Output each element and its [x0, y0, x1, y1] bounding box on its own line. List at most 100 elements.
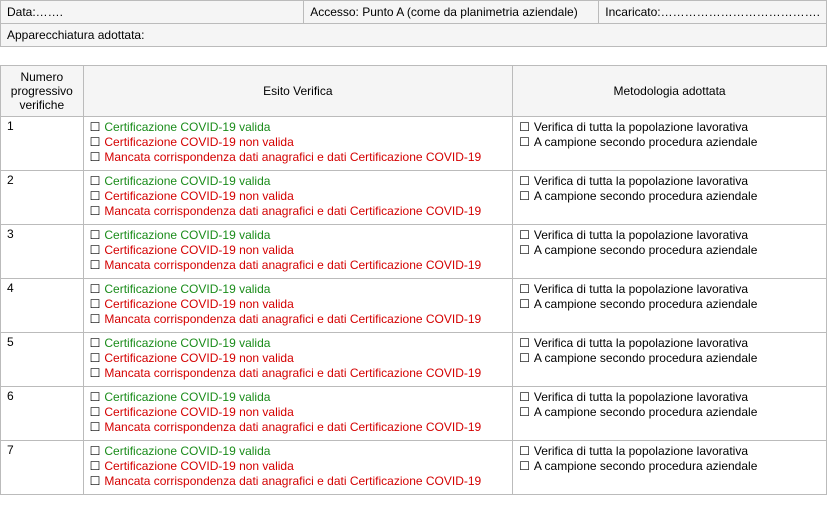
esito-option-label: Certificazione COVID-19 valida [104, 336, 270, 350]
esito-option-label: Mancata corrispondenza dati anagrafici e… [104, 420, 481, 434]
checkbox-icon[interactable]: ☐ [90, 120, 101, 134]
metodologia-cell: ☐ Verifica di tutta la popolazione lavora… [513, 117, 827, 171]
metodologia-option: ☐ Verifica di tutta la popolazione lavora… [519, 444, 820, 458]
esito-option: ☐Certificazione COVID-19 non valida [90, 297, 507, 311]
esito-cell: ☐Certificazione COVID-19 valida☐Certific… [83, 279, 513, 333]
esito-option-label: Mancata corrispondenza dati anagrafici e… [104, 312, 481, 326]
esito-option: ☐Certificazione COVID-19 valida [90, 228, 507, 242]
checkbox-icon[interactable]: ☐ [90, 135, 101, 149]
esito-option-label: Certificazione COVID-19 non valida [104, 243, 293, 257]
checkbox-icon[interactable]: ☐ [90, 228, 101, 242]
table-row: 4☐Certificazione COVID-19 valida☐Certifi… [1, 279, 827, 333]
row-number-cell: 5 [1, 333, 84, 387]
spacer [0, 47, 827, 65]
checkbox-icon[interactable]: ☐ [519, 228, 530, 242]
checkbox-icon[interactable]: ☐ [90, 366, 101, 380]
checkbox-icon[interactable]: ☐ [90, 258, 101, 272]
checkbox-icon[interactable]: ☐ [519, 243, 530, 257]
checkbox-icon[interactable]: ☐ [519, 282, 530, 296]
metodologia-option-label: Verifica di tutta la popolazione lavorat… [534, 174, 748, 188]
checkbox-icon[interactable]: ☐ [519, 120, 530, 134]
table-row: 7☐Certificazione COVID-19 valida☐Certifi… [1, 441, 827, 495]
metodologia-option: ☐ A campione secondo procedura aziendale [519, 459, 820, 473]
header-incaricato-cell: Incaricato:…………………………………. [599, 1, 827, 24]
table-row: 1☐Certificazione COVID-19 valida☐Certifi… [1, 117, 827, 171]
esito-option: ☐Certificazione COVID-19 valida [90, 390, 507, 404]
checkbox-icon[interactable]: ☐ [519, 174, 530, 188]
checkbox-icon[interactable]: ☐ [90, 420, 101, 434]
esito-cell: ☐Certificazione COVID-19 valida☐Certific… [83, 225, 513, 279]
checkbox-icon[interactable]: ☐ [519, 189, 530, 203]
verification-table: Numero progressivo verifiche Esito Verif… [0, 65, 827, 495]
checkbox-icon[interactable]: ☐ [519, 405, 530, 419]
checkbox-icon[interactable]: ☐ [519, 336, 530, 350]
row-number-cell: 7 [1, 441, 84, 495]
metodologia-option: ☐ Verifica di tutta la popolazione lavora… [519, 336, 820, 350]
col-header-numero: Numero progressivo verifiche [1, 66, 84, 117]
esito-option: ☐Mancata corrispondenza dati anagrafici … [90, 366, 507, 380]
checkbox-icon[interactable]: ☐ [90, 351, 101, 365]
esito-option-label: Certificazione COVID-19 non valida [104, 459, 293, 473]
esito-option: ☐Certificazione COVID-19 non valida [90, 243, 507, 257]
metodologia-cell: ☐ Verifica di tutta la popolazione lavora… [513, 441, 827, 495]
esito-cell: ☐Certificazione COVID-19 valida☐Certific… [83, 171, 513, 225]
header-apparecchiatura-cell: Apparecchiatura adottata: [1, 24, 827, 47]
table-row: 5☐Certificazione COVID-19 valida☐Certifi… [1, 333, 827, 387]
metodologia-option-label: Verifica di tutta la popolazione lavorat… [534, 336, 748, 350]
checkbox-icon[interactable]: ☐ [90, 243, 101, 257]
table-row: 2☐Certificazione COVID-19 valida☐Certifi… [1, 171, 827, 225]
metodologia-cell: ☐Verifica di tutta la popolazione lavora… [513, 279, 827, 333]
checkbox-icon[interactable]: ☐ [519, 390, 530, 404]
checkbox-icon[interactable]: ☐ [519, 297, 530, 311]
esito-option-label: Mancata corrispondenza dati anagrafici e… [104, 204, 481, 218]
checkbox-icon[interactable]: ☐ [90, 336, 101, 350]
metodologia-option-label: A campione secondo procedura aziendale [534, 459, 758, 473]
esito-cell: ☐Certificazione COVID-19 valida☐Certific… [83, 333, 513, 387]
checkbox-icon[interactable]: ☐ [90, 474, 101, 488]
metodologia-option: ☐ Verifica di tutta la popolazione lavora… [519, 174, 820, 188]
checkbox-icon[interactable]: ☐ [519, 135, 530, 149]
esito-option: ☐Certificazione COVID-19 valida [90, 282, 507, 296]
checkbox-icon[interactable]: ☐ [90, 174, 101, 188]
esito-option-label: Certificazione COVID-19 valida [104, 444, 270, 458]
metodologia-option-label: Verifica di tutta la popolazione lavorat… [534, 120, 748, 134]
metodologia-option-label: Verifica di tutta la popolazione lavorat… [534, 444, 748, 458]
row-number-cell: 4 [1, 279, 84, 333]
checkbox-icon[interactable]: ☐ [90, 297, 101, 311]
metodologia-option: ☐Verifica di tutta la popolazione lavora… [519, 390, 820, 404]
checkbox-icon[interactable]: ☐ [90, 459, 101, 473]
esito-option: ☐Mancata corrispondenza dati anagrafici … [90, 420, 507, 434]
checkbox-icon[interactable]: ☐ [90, 189, 101, 203]
metodologia-option-label: A campione secondo procedura aziendale [534, 405, 758, 419]
esito-option: ☐Certificazione COVID-19 valida [90, 444, 507, 458]
metodologia-cell: ☐Verifica di tutta la popolazione lavora… [513, 387, 827, 441]
col-header-esito: Esito Verifica [83, 66, 513, 117]
checkbox-icon[interactable]: ☐ [90, 204, 101, 218]
checkbox-icon[interactable]: ☐ [519, 444, 530, 458]
header-accesso-cell: Accesso: Punto A (come da planimetria az… [304, 1, 599, 24]
metodologia-option-label: A campione secondo procedura aziendale [534, 351, 758, 365]
esito-option-label: Certificazione COVID-19 valida [104, 120, 270, 134]
esito-option-label: Certificazione COVID-19 valida [104, 282, 270, 296]
checkbox-icon[interactable]: ☐ [519, 351, 530, 365]
esito-option: ☐Certificazione COVID-19 non valida [90, 459, 507, 473]
esito-option: ☐Certificazione COVID-19 non valida [90, 405, 507, 419]
checkbox-icon[interactable]: ☐ [519, 459, 530, 473]
esito-option-label: Certificazione COVID-19 non valida [104, 189, 293, 203]
esito-option-label: Certificazione COVID-19 non valida [104, 405, 293, 419]
header-data-cell: Data:……. [1, 1, 304, 24]
metodologia-option: ☐ A campione secondo procedura aziendale [519, 189, 820, 203]
col-header-metodologia: Metodologia adottata [513, 66, 827, 117]
checkbox-icon[interactable]: ☐ [90, 444, 101, 458]
metodologia-option: ☐Verifica di tutta la popolazione lavora… [519, 228, 820, 242]
esito-option-label: Mancata corrispondenza dati anagrafici e… [104, 366, 481, 380]
checkbox-icon[interactable]: ☐ [90, 282, 101, 296]
metodologia-option-label: A campione secondo procedura aziendale [534, 189, 758, 203]
checkbox-icon[interactable]: ☐ [90, 150, 101, 164]
checkbox-icon[interactable]: ☐ [90, 390, 101, 404]
esito-option-label: Mancata corrispondenza dati anagrafici e… [104, 150, 481, 164]
checkbox-icon[interactable]: ☐ [90, 312, 101, 326]
esito-option: ☐Certificazione COVID-19 non valida [90, 135, 507, 149]
checkbox-icon[interactable]: ☐ [90, 405, 101, 419]
esito-option: ☐Certificazione COVID-19 non valida [90, 351, 507, 365]
